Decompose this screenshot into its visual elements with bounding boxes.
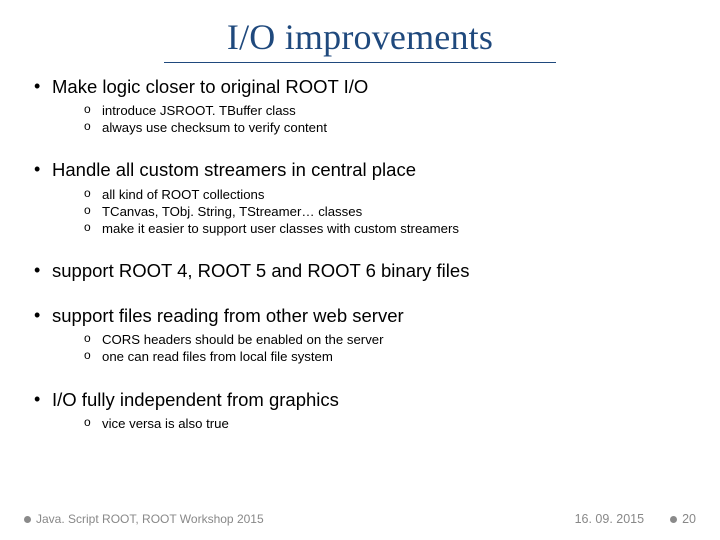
list-item: always use checksum to verify content [84,119,690,136]
sub-text: CORS headers should be enabled on the se… [102,332,384,347]
slide-content: Make logic closer to original ROOT I/O i… [0,75,720,432]
list-item: support files reading from other web ser… [30,304,690,365]
list-item: introduce JSROOT. TBuffer class [84,102,690,119]
sub-text: introduce JSROOT. TBuffer class [102,103,296,118]
sub-list: introduce JSROOT. TBuffer class always u… [52,102,690,136]
sub-text: always use checksum to verify content [102,120,327,135]
list-item: vice versa is also true [84,415,690,432]
list-item: Handle all custom streamers in central p… [30,158,690,237]
list-item: one can read files from local file syste… [84,348,690,365]
sub-text: make it easier to support user classes w… [102,221,459,236]
bullet-list: Make logic closer to original ROOT I/O i… [30,75,690,432]
sub-text: one can read files from local file syste… [102,349,333,364]
slide: I/O improvements Make logic closer to or… [0,0,720,540]
list-item: CORS headers should be enabled on the se… [84,331,690,348]
footer: Java. Script ROOT, ROOT Workshop 2015 16… [24,512,696,526]
list-item: TCanvas, TObj. String, TStreamer… classe… [84,203,690,220]
bullet-text: support files reading from other web ser… [52,305,404,326]
bullet-text: I/O fully independent from graphics [52,389,339,410]
bullet-text: Make logic closer to original ROOT I/O [52,76,368,97]
sub-text: TCanvas, TObj. String, TStreamer… classe… [102,204,362,219]
sub-list: CORS headers should be enabled on the se… [52,331,690,365]
footer-left-text: Java. Script ROOT, ROOT Workshop 2015 [36,512,264,526]
footer-date: 16. 09. 2015 [575,512,645,526]
sub-list: all kind of ROOT collections TCanvas, TO… [52,186,690,237]
slide-title: I/O improvements [164,0,556,63]
bullet-text: support ROOT 4, ROOT 5 and ROOT 6 binary… [52,260,469,281]
list-item: all kind of ROOT collections [84,186,690,203]
footer-page: 20 [670,512,696,526]
bullet-text: Handle all custom streamers in central p… [52,159,416,180]
list-item: Make logic closer to original ROOT I/O i… [30,75,690,136]
list-item: make it easier to support user classes w… [84,220,690,237]
footer-left: Java. Script ROOT, ROOT Workshop 2015 [24,512,264,526]
list-item: support ROOT 4, ROOT 5 and ROOT 6 binary… [30,259,690,282]
footer-right: 16. 09. 2015 20 [575,512,696,526]
sub-list: vice versa is also true [52,415,690,432]
bullet-icon [24,516,31,523]
sub-text: all kind of ROOT collections [102,187,264,202]
list-item: I/O fully independent from graphics vice… [30,388,690,432]
page-number: 20 [682,512,696,526]
bullet-icon [670,516,677,523]
sub-text: vice versa is also true [102,416,229,431]
